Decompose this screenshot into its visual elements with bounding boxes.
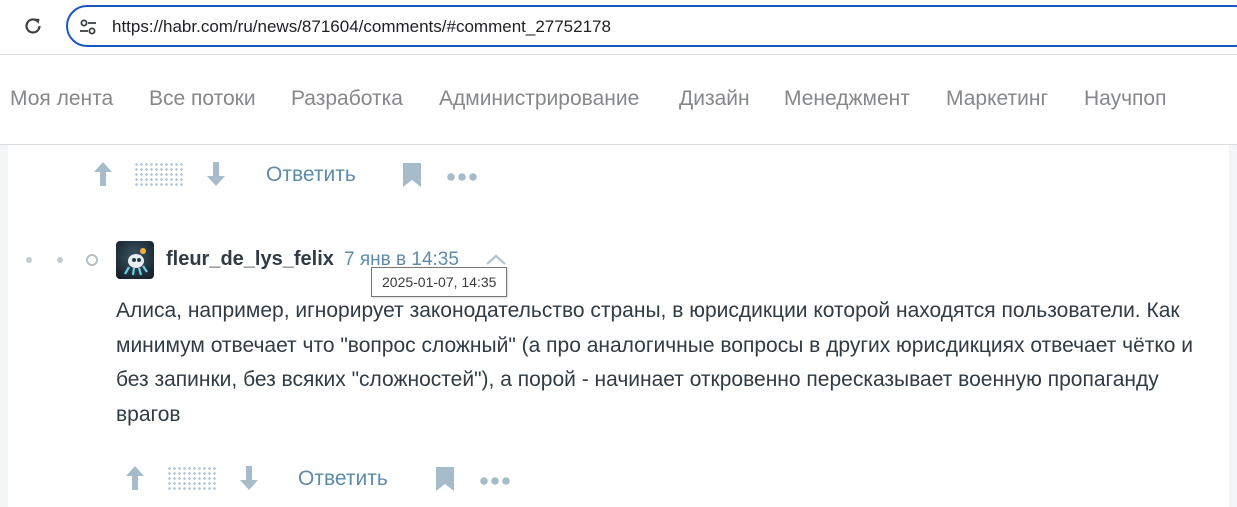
collapse-button[interactable] xyxy=(484,251,508,267)
more-button[interactable] xyxy=(479,473,511,485)
score-hidden xyxy=(134,162,184,188)
nav-item-management[interactable]: Менеджмент xyxy=(784,87,910,111)
nav-item-marketing[interactable]: Маркетинг xyxy=(946,87,1048,111)
bookmark-button[interactable] xyxy=(402,163,422,187)
bookmark-icon xyxy=(403,163,421,187)
comment-body: Алиса, например, игнорирует законодатель… xyxy=(116,294,1206,432)
nav-item-popsci[interactable]: Научпоп xyxy=(1084,87,1166,111)
more-button[interactable] xyxy=(446,169,478,181)
nav-item-administration[interactable]: Администрирование xyxy=(439,87,639,111)
reload-button[interactable] xyxy=(22,15,44,37)
nav-item-development[interactable]: Разработка xyxy=(291,87,403,111)
prev-comment-actions: Ответить xyxy=(92,152,492,192)
reply-button[interactable]: Ответить xyxy=(266,163,356,187)
chevron-up-icon xyxy=(486,254,506,265)
date-tooltip: 2025-01-07, 14:35 xyxy=(371,267,508,297)
site-nav: Моя лента Все потоки Разработка Админист… xyxy=(0,55,1237,145)
vote-up-button[interactable] xyxy=(92,160,114,188)
thread-indent-dots xyxy=(22,252,102,268)
vote-down-button[interactable] xyxy=(238,464,260,492)
arrow-down-icon xyxy=(240,466,258,490)
vote-down-button[interactable] xyxy=(205,160,227,188)
avatar[interactable] xyxy=(116,241,154,279)
address-bar[interactable]: https://habr.com/ru/news/871604/comments… xyxy=(66,5,1237,47)
nav-item-all-flows[interactable]: Все потоки xyxy=(149,87,256,111)
more-dots-icon xyxy=(447,173,477,181)
arrow-down-icon xyxy=(207,162,225,186)
nav-item-design[interactable]: Дизайн xyxy=(679,87,750,111)
comment-text: Алиса, например, игнорирует законодатель… xyxy=(116,299,1194,426)
bookmark-button[interactable] xyxy=(435,467,455,491)
bookmark-icon xyxy=(436,467,454,491)
tune-icon[interactable] xyxy=(78,17,98,37)
reload-icon xyxy=(25,18,41,34)
nav-item-my-feed[interactable]: Моя лента xyxy=(10,87,113,111)
browser-toolbar: https://habr.com/ru/news/871604/comments… xyxy=(0,0,1237,55)
comment-author[interactable]: fleur_de_lys_felix xyxy=(166,248,334,271)
url-text[interactable]: https://habr.com/ru/news/871604/comments… xyxy=(112,17,611,37)
more-dots-icon xyxy=(480,477,510,485)
comment-actions: Ответить xyxy=(124,456,524,496)
reply-button[interactable]: Ответить xyxy=(298,467,388,491)
vote-up-button[interactable] xyxy=(124,464,146,492)
arrow-up-icon xyxy=(94,162,112,186)
arrow-up-icon xyxy=(126,466,144,490)
score-hidden xyxy=(167,466,217,492)
